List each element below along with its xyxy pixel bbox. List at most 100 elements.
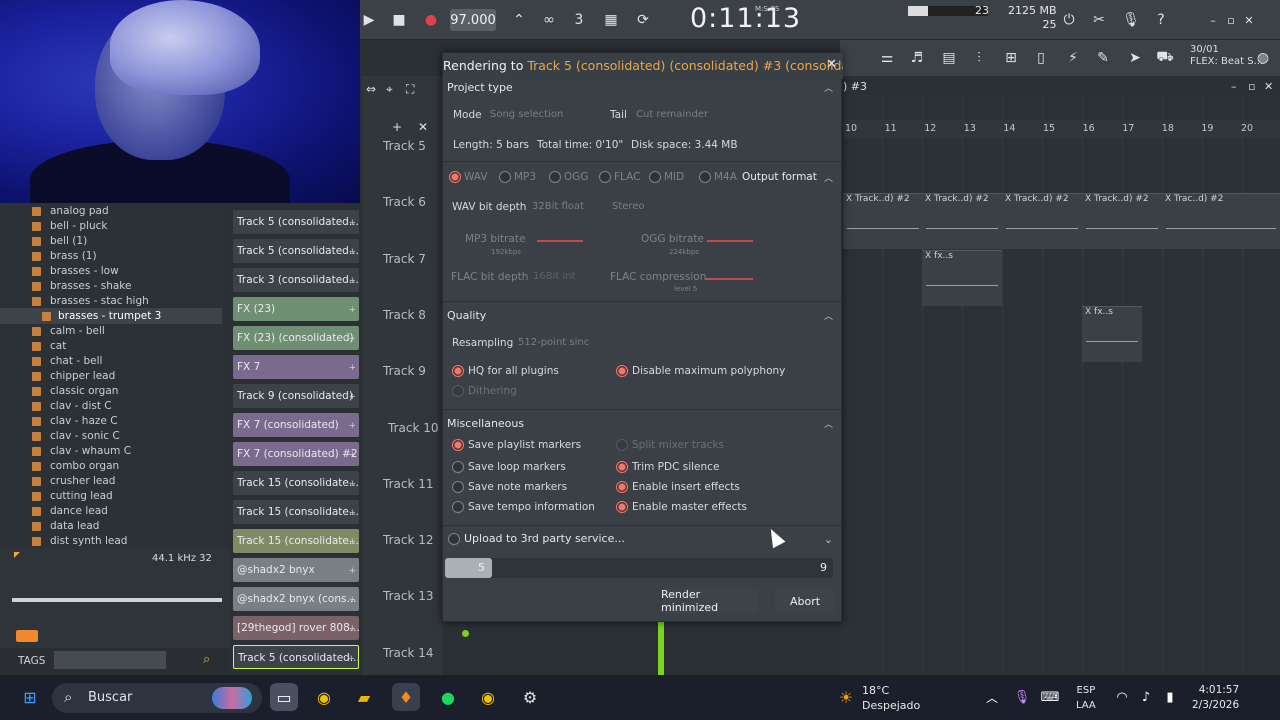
playlist-clip[interactable]: X Track..d) #2 — [922, 193, 1002, 249]
track-label[interactable]: Track 7 — [383, 252, 426, 266]
browser-item[interactable]: bell (1) — [50, 235, 87, 247]
preview-play-icon[interactable] — [16, 630, 38, 642]
resampling-select[interactable]: 512-point sinc — [518, 337, 589, 348]
mixer-icon[interactable]: ⫶ — [968, 47, 990, 69]
mode-select[interactable]: Song selection — [490, 109, 594, 120]
pattern-item[interactable]: FX 7 ⧾ — [233, 355, 359, 379]
pattern-item[interactable]: Track 15 (consolidate... ⧾ — [233, 471, 359, 495]
zoom-icon[interactable]: ⛶ — [406, 82, 414, 97]
misc-left-radio[interactable] — [452, 439, 464, 451]
browser-item[interactable]: cat — [50, 340, 66, 352]
fl-studio-icon[interactable]: ♦ — [392, 683, 420, 711]
tempo-display[interactable]: 97.000 — [450, 9, 496, 31]
spotify-icon[interactable]: ● — [434, 683, 462, 711]
browser-item[interactable]: brass (1) — [50, 250, 97, 262]
chevron-down-icon[interactable]: ⌄ — [824, 533, 833, 546]
browser-item[interactable]: bell - pluck — [50, 220, 108, 232]
metronome-icon[interactable]: ⌃ — [508, 9, 530, 31]
track-label[interactable]: Track 14 — [383, 646, 433, 660]
browser-item[interactable]: clav - whaum C — [50, 445, 131, 457]
format-radio-flac[interactable] — [599, 171, 611, 183]
tools-icon[interactable]: ✎ — [1092, 47, 1114, 69]
misc-left-radio[interactable] — [452, 461, 464, 473]
misc-right-radio[interactable] — [616, 461, 628, 473]
track-label[interactable]: Track 11 — [383, 477, 433, 491]
language-indicator[interactable]: ESP LAA — [1076, 683, 1096, 713]
shop-icon[interactable]: ⛟ — [1154, 47, 1176, 69]
loop-record-icon[interactable]: ⟳ — [632, 9, 654, 31]
pattern-item[interactable]: FX 7 (consolidated) #2 ⧾ — [233, 442, 359, 466]
browser-item[interactable]: crusher lead — [50, 475, 115, 487]
format-radio-m4a[interactable] — [699, 171, 711, 183]
close-icon[interactable]: ✕ — [826, 57, 837, 72]
channels-select[interactable]: Stereo — [612, 201, 645, 212]
ogg-bitrate-slider[interactable] — [707, 240, 753, 242]
track-led[interactable] — [462, 630, 469, 637]
playlist-clip[interactable]: X Track..d) #2 — [1002, 193, 1082, 249]
pattern-item[interactable]: [29thegod] rover 808... ⧾ — [233, 616, 359, 640]
format-radio-wav[interactable] — [449, 171, 461, 183]
format-radio-mp3[interactable] — [499, 171, 511, 183]
chrome-icon[interactable]: ◉ — [310, 683, 338, 711]
misc-right-radio[interactable] — [616, 439, 628, 451]
format-radio-ogg[interactable] — [549, 171, 561, 183]
hq-plugins-radio[interactable] — [452, 365, 464, 377]
piano-roll-icon[interactable]: ♬ — [906, 47, 928, 69]
power-icon[interactable]: ⏻ — [1058, 9, 1080, 31]
browser-item[interactable]: combo organ — [50, 460, 119, 472]
plugin-icon[interactable]: ⚡ — [1062, 47, 1084, 69]
format-radio-mid[interactable] — [649, 171, 661, 183]
misc-left-radio[interactable] — [452, 481, 464, 493]
chevron-up-icon[interactable]: ︿ — [824, 309, 833, 322]
browser-item[interactable]: dist synth lead — [50, 535, 127, 547]
browser-icon[interactable]: ⊞ — [1000, 47, 1022, 69]
pattern-item[interactable]: Track 5 (consolidated... ⧾ — [233, 645, 359, 669]
upload-radio[interactable] — [448, 533, 460, 545]
wait-record-icon[interactable]: ∞ — [538, 9, 560, 31]
window-minimize-icon[interactable]: – — [1231, 80, 1237, 93]
misc-right-radio[interactable] — [616, 501, 628, 513]
misc-left-radio[interactable] — [452, 501, 464, 513]
pattern-item[interactable]: FX (23) ⧾ — [233, 297, 359, 321]
taskbar-search[interactable]: ⌕ Buscar — [52, 683, 262, 713]
browser-item[interactable]: analog pad — [50, 205, 109, 217]
quality-header[interactable]: Quality — [447, 309, 486, 322]
task-view-icon[interactable]: ▭ — [270, 683, 298, 711]
mic-tray-icon[interactable]: 🎙 — [1008, 683, 1036, 711]
track-label[interactable]: Track 6 — [383, 195, 426, 209]
play-icon[interactable]: ▶ — [358, 9, 380, 31]
flac-bit-depth-select[interactable]: 16Bit int — [533, 271, 576, 282]
weather-widget[interactable]: 18°C Despejado — [862, 683, 920, 713]
scroll-arrows-icon[interactable]: ⇔ — [366, 82, 376, 96]
track-label[interactable]: Track 13 — [383, 589, 433, 603]
window-restore-icon[interactable]: ▫ — [1248, 80, 1255, 93]
output-format-header[interactable]: Output format — [742, 171, 817, 183]
render-minimized-button[interactable]: Render minimized — [661, 588, 757, 614]
playlist-clip[interactable]: X Trac..d) #2 — [1162, 193, 1280, 249]
cut-icon[interactable]: ✂ — [1088, 9, 1110, 31]
tail-select[interactable]: Cut remainder — [636, 109, 740, 120]
browser-item[interactable]: brasses - shake — [50, 280, 131, 292]
step-edit-icon[interactable]: ▦ — [600, 9, 622, 31]
playlist-clip[interactable]: X fx..s — [922, 250, 1002, 306]
chevron-up-icon[interactable]: ︿ — [824, 171, 833, 184]
chevron-up-icon[interactable]: ︿ — [824, 81, 833, 94]
browser-item[interactable]: brasses - low — [50, 265, 119, 277]
pattern-item[interactable]: Track 5 (consolidated... ⧾ — [233, 239, 359, 263]
flac-compression-slider[interactable] — [705, 278, 753, 280]
browser-item[interactable]: calm - bell — [50, 325, 105, 337]
playhead[interactable] — [658, 622, 664, 675]
microphone-icon[interactable]: 🎙 — [1120, 9, 1142, 31]
track-label[interactable]: Track 5 — [383, 139, 426, 153]
countdown-icon[interactable]: 3 — [568, 9, 590, 31]
pattern-item[interactable]: @shadx2 bnyx (cons... ⧾ — [233, 587, 359, 611]
channel-rack-icon[interactable]: ▤ — [938, 47, 960, 69]
upload-label[interactable]: Upload to 3rd party service... — [464, 532, 625, 545]
file-explorer-icon[interactable]: ▰ — [350, 683, 378, 711]
pattern-item[interactable]: Track 9 (consolidated) ⧾ — [233, 384, 359, 408]
snap-icon[interactable]: ⌖ — [386, 82, 393, 97]
browser-item[interactable]: dance lead — [50, 505, 108, 517]
track-label[interactable]: Track 9 — [383, 364, 426, 378]
stop-icon[interactable]: ■ — [388, 9, 410, 31]
battery-icon[interactable]: ▮ — [1156, 683, 1184, 711]
